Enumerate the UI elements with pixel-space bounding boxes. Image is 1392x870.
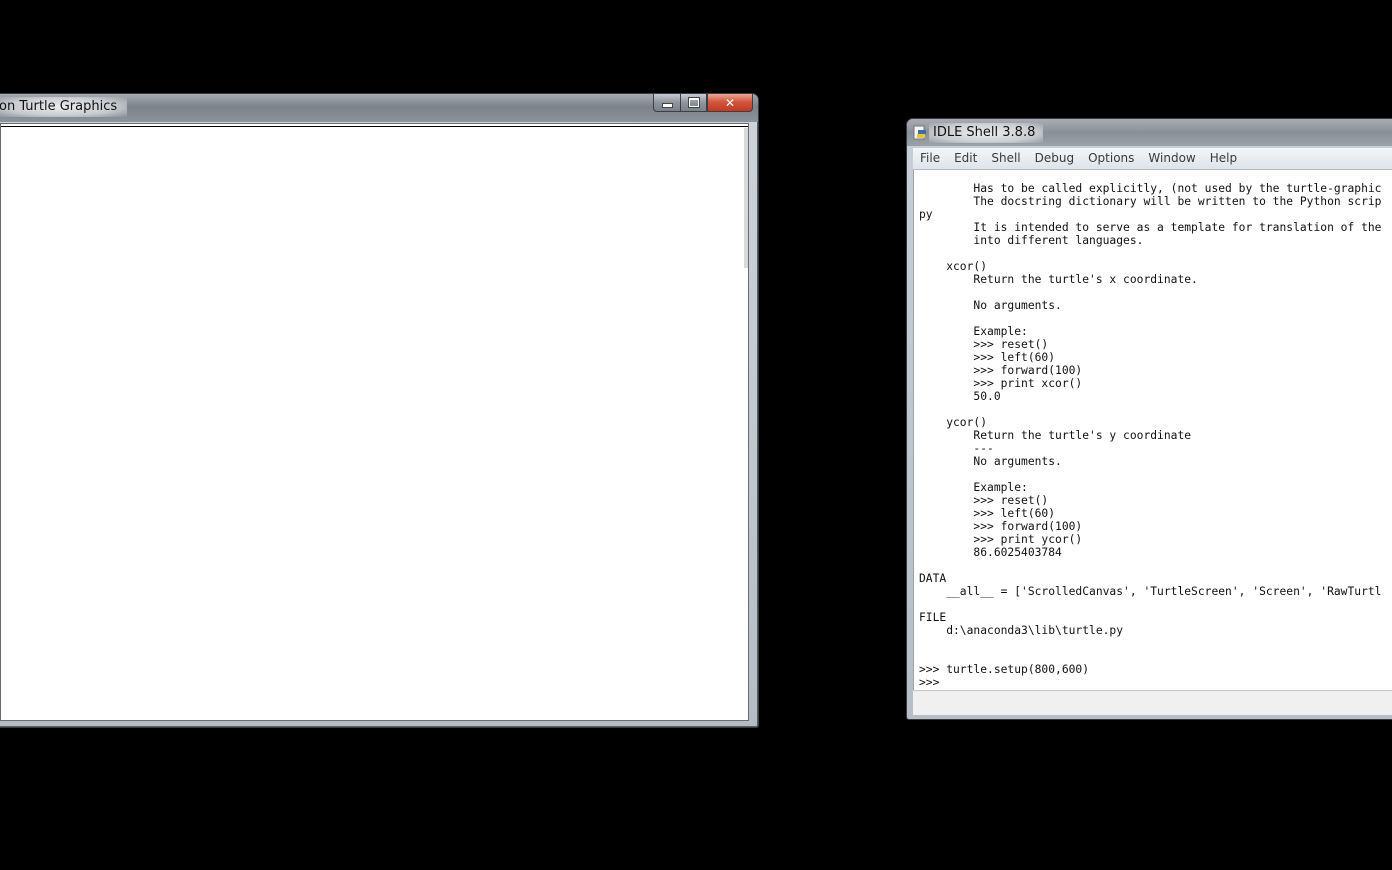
minimize-button[interactable]: [653, 94, 680, 112]
shell-line: Return the turtle's x coordinate.: [919, 273, 1198, 286]
shell-line: DATA: [919, 572, 947, 585]
shell-line: >>> reset(): [919, 494, 1049, 507]
desktop: on Turtle Graphics ✕ IDLE Shell 3.8.8 Fi…: [0, 0, 1392, 870]
shell-line: >>> print ycor(): [919, 533, 1083, 546]
shell-line: Has to be called explicitly, (not used b…: [919, 182, 1382, 195]
shell-line: FILE: [919, 611, 947, 624]
shell-line: >>>: [919, 676, 947, 689]
shell-line: 50.0: [919, 390, 1001, 403]
shell-line: Return the turtle's y coordinate: [919, 429, 1192, 442]
maximize-button[interactable]: [680, 94, 707, 112]
turtle-canvas[interactable]: [0, 123, 749, 721]
menu-debug[interactable]: Debug: [1028, 148, 1081, 169]
turtle-window-title: on Turtle Graphics: [0, 97, 128, 117]
shell-line: No arguments.: [919, 299, 1062, 312]
maximize-icon: [687, 97, 700, 108]
shell-line: >>> forward(100): [919, 520, 1083, 533]
menu-shell[interactable]: Shell: [984, 148, 1027, 169]
canvas-top-border: [1, 126, 748, 127]
shell-line: >>> reset(): [919, 338, 1049, 351]
shell-line: No arguments.: [919, 455, 1062, 468]
idle-shell-window: IDLE Shell 3.8.8 File Edit Shell Debug O…: [906, 118, 1392, 720]
window-controls: ✕: [653, 94, 753, 113]
status-bar: [913, 690, 1392, 715]
shell-line: into different languages.: [919, 234, 1144, 247]
shell-line: Example:: [919, 481, 1028, 494]
shell-line: >>> forward(100): [919, 364, 1083, 377]
menu-file[interactable]: File: [913, 148, 947, 169]
shell-line: py: [919, 208, 933, 221]
idle-titlebar[interactable]: IDLE Shell 3.8.8: [907, 119, 1392, 146]
idle-menubar: File Edit Shell Debug Options Window Hel…: [913, 148, 1392, 170]
shell-line: >>> left(60): [919, 507, 1056, 520]
shell-line: ---: [919, 442, 994, 455]
close-button[interactable]: ✕: [707, 94, 753, 112]
menu-options[interactable]: Options: [1081, 148, 1141, 169]
shell-line: xcor(): [919, 260, 988, 273]
menu-window[interactable]: Window: [1141, 148, 1202, 169]
menu-help[interactable]: Help: [1203, 148, 1244, 169]
shell-output-area[interactable]: Has to be called explicitly, (not used b…: [913, 170, 1392, 690]
shell-line: d:\anaconda3\lib\turtle.py: [919, 624, 1124, 637]
shell-line: 86.6025403784: [919, 546, 1062, 559]
shell-line: __all__ = ['ScrolledCanvas', 'TurtleScre…: [919, 585, 1382, 598]
shell-text[interactable]: Has to be called explicitly, (not used b…: [914, 170, 1392, 689]
shell-line: Example:: [919, 325, 1028, 338]
idle-window-title: IDLE Shell 3.8.8: [929, 123, 1044, 143]
python-file-icon: [913, 125, 926, 140]
close-icon: ✕: [724, 95, 736, 110]
turtle-graphics-window: on Turtle Graphics ✕: [0, 93, 759, 728]
minimize-icon: [661, 102, 673, 108]
shell-line: >>> left(60): [919, 351, 1056, 364]
shell-line: ycor(): [919, 416, 988, 429]
shell-line: >>> print xcor(): [919, 377, 1083, 390]
shell-line: >>> turtle.setup(800,600): [919, 663, 1090, 676]
menu-edit[interactable]: Edit: [947, 148, 984, 169]
shell-line: The docstring dictionary will be written…: [919, 195, 1382, 208]
shell-line: It is intended to serve as a template fo…: [919, 221, 1382, 234]
canvas-scrollbar[interactable]: [744, 128, 748, 268]
turtle-titlebar[interactable]: on Turtle Graphics ✕: [0, 94, 758, 122]
